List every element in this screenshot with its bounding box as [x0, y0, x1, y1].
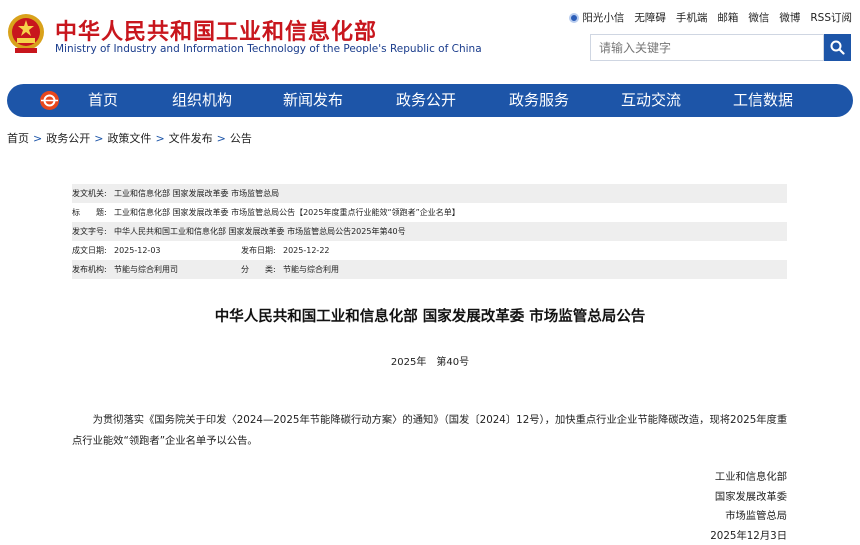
meta-value: 工业和信息化部 国家发展改革委 市场监管总局 [114, 189, 280, 198]
meta-label: 发布日期: [241, 246, 276, 255]
signer-ndrc: 国家发展改革委 [714, 491, 787, 503]
document-body: 为贯彻落实《国务院关于印发〈2024—2025年节能降碳行动方案〉的通知》（国发… [72, 414, 788, 447]
document-title: 中华人民共和国工业和信息化部 国家发展改革委 市场监管总局公告 [214, 309, 646, 325]
meta-label: 发文机关: [72, 189, 107, 198]
top-link-mobile[interactable]: 手机端 [676, 10, 708, 25]
site-title-english: Ministry of Industry and Information Tec… [55, 43, 482, 55]
breadcrumb-government-affairs[interactable]: 政务公开 [46, 132, 90, 145]
nav-data[interactable]: 工信数据 [733, 84, 793, 117]
meta-value: 2025-12-22 [283, 246, 330, 255]
meta-value: 节能与综合利用 [283, 265, 339, 274]
nav-home[interactable]: 首页 [88, 84, 118, 117]
meta-row-title: 标 题: 工业和信息化部 国家发展改革委 市场监管总局公告【2025年度重点行业… [72, 203, 787, 222]
meta-label: 分 类: [241, 265, 276, 274]
site-title-chinese: 中华人民共和国工业和信息化部 [55, 20, 378, 45]
meta-value: 工业和信息化部 国家发展改革委 市场监管总局公告【2025年度重点行业能效“领跑… [114, 208, 460, 217]
meta-row-dates: 成文日期: 2025-12-03 发布日期: 2025-12-22 [72, 241, 787, 260]
meta-row-agency: 发布机构: 节能与综合利用司 分 类: 节能与综合利用 [72, 260, 787, 279]
meta-value: 节能与综合利用司 [114, 265, 178, 274]
site-header: 中华人民共和国工业和信息化部 Ministry of Industry and … [0, 0, 860, 78]
top-link-wechat[interactable]: 微信 [748, 10, 769, 25]
nav-services[interactable]: 政务服务 [509, 84, 569, 117]
meta-row-issuer: 发文机关: 工业和信息化部 国家发展改革委 市场监管总局 [72, 184, 787, 203]
search-icon [830, 40, 845, 55]
top-link-sunshine[interactable]: 阳光小信 [569, 10, 624, 25]
breadcrumb-separator: > [216, 132, 226, 145]
breadcrumb-document-release[interactable]: 文件发布 [169, 132, 213, 145]
meta-label: 发布机构: [72, 265, 107, 274]
nav-organization[interactable]: 组织机构 [172, 84, 232, 117]
national-emblem-icon [8, 14, 44, 53]
top-link-weibo[interactable]: 微博 [779, 10, 800, 25]
document-number: 2025年 第40号 [390, 357, 470, 368]
meta-value: 2025-12-03 [114, 246, 161, 255]
document-metadata: 发文机关: 工业和信息化部 国家发展改革委 市场监管总局 标 题: 工业和信息化… [72, 184, 787, 279]
main-nav: 首页 组织机构 新闻发布 政务公开 政务服务 互动交流 工信数据 [7, 84, 853, 117]
search-box [590, 34, 851, 61]
breadcrumb-policy-documents[interactable]: 政策文件 [107, 132, 151, 145]
nav-interaction[interactable]: 互动交流 [621, 84, 681, 117]
breadcrumb-separator: > [33, 132, 43, 145]
meta-row-document-number: 发文字号: 中华人民共和国工业和信息化部 国家发展改革委 市场监管总局公告202… [72, 222, 787, 241]
breadcrumb-separator: > [94, 132, 104, 145]
meta-label: 发文字号: [72, 227, 107, 236]
signer-samr: 市场监管总局 [725, 510, 787, 522]
breadcrumb: 首页 > 政务公开 > 政策文件 > 文件发布 > 公告 [7, 130, 252, 146]
meta-label: 标 题: [72, 208, 107, 217]
nav-government-affairs[interactable]: 政务公开 [396, 84, 456, 117]
miit-logo-icon [40, 91, 59, 110]
breadcrumb-current: 公告 [229, 132, 252, 145]
breadcrumb-separator: > [155, 132, 165, 145]
top-link-email[interactable]: 邮箱 [717, 10, 738, 25]
search-button[interactable] [824, 34, 851, 61]
top-link-rss[interactable]: RSS订阅 [810, 10, 852, 25]
sunshine-icon [569, 12, 580, 23]
top-link-accessibility[interactable]: 无障碍 [634, 10, 666, 25]
signer-miit: 工业和信息化部 [714, 471, 787, 483]
meta-label: 成文日期: [72, 246, 107, 255]
meta-value: 中华人民共和国工业和信息化部 国家发展改革委 市场监管总局公告2025年第40号 [114, 227, 406, 236]
search-input[interactable] [590, 34, 824, 61]
breadcrumb-home[interactable]: 首页 [7, 132, 29, 145]
document-date: 2025年12月3日 [710, 530, 787, 542]
top-links: 阳光小信 无障碍 手机端 邮箱 微信 微博 RSS订阅 [569, 10, 852, 25]
nav-news[interactable]: 新闻发布 [283, 84, 343, 117]
